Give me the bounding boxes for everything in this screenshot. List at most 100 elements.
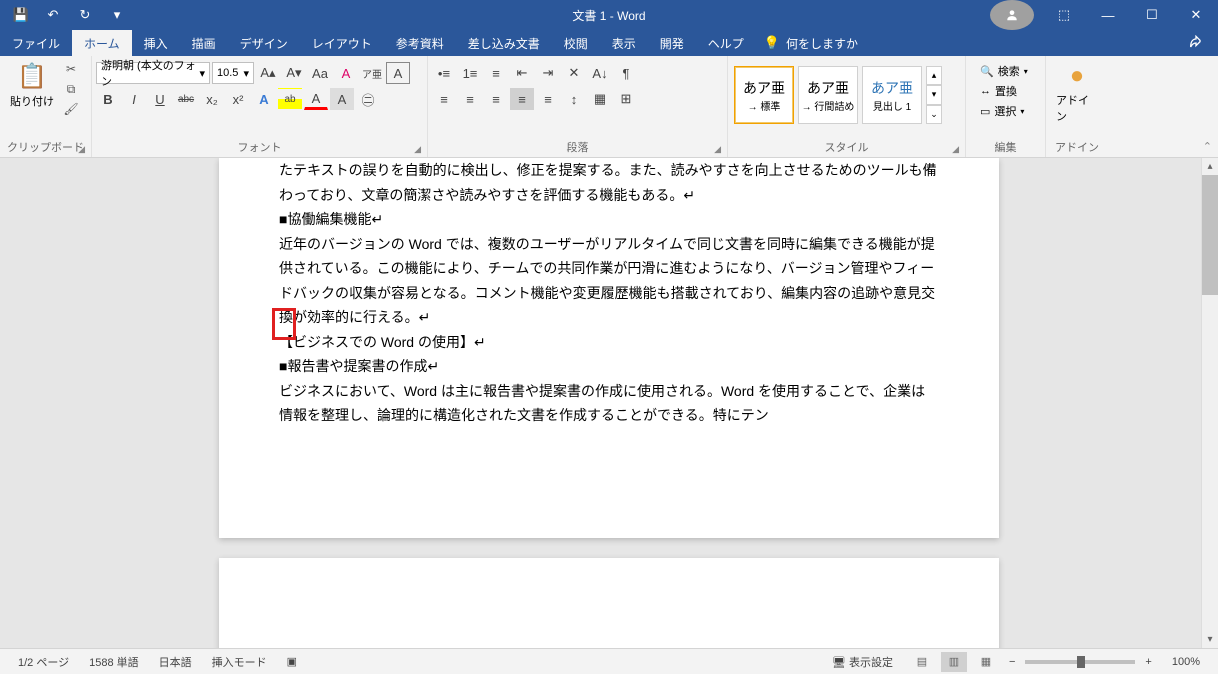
document-body[interactable]: たテキストの誤りを自動的に検出し、修正を提案する。また、読みやすさを向上させるた… bbox=[279, 158, 939, 428]
enclose-characters-icon[interactable]: A bbox=[386, 62, 410, 84]
doc-line[interactable]: ビジネスにおいて、Word は主に報告書や提案書の作成に使用される。Word を… bbox=[279, 379, 939, 428]
doc-line[interactable]: 近年のバージョンの Word では、複数のユーザーがリアルタイムで同じ文書を同時… bbox=[279, 232, 939, 330]
tab-design[interactable]: デザイン bbox=[228, 30, 300, 56]
style-down-icon[interactable]: ▾ bbox=[926, 85, 942, 104]
sort-icon[interactable]: A↓ bbox=[588, 62, 612, 84]
qat-customize-icon[interactable]: ▾ bbox=[104, 7, 130, 23]
font-color-icon[interactable]: A bbox=[304, 88, 328, 110]
insert-mode[interactable]: 挿入モード bbox=[202, 654, 277, 670]
font-launcher-icon[interactable]: ◢ bbox=[414, 144, 421, 155]
zoom-handle[interactable] bbox=[1077, 656, 1085, 668]
show-marks-icon[interactable]: ¶ bbox=[614, 62, 638, 84]
tab-view[interactable]: 表示 bbox=[600, 30, 648, 56]
borders-icon[interactable]: ⊞ bbox=[614, 88, 638, 110]
display-settings[interactable]: 🖥 表示設定 bbox=[822, 654, 903, 670]
tab-insert[interactable]: 挿入 bbox=[132, 30, 180, 56]
ribbon-display-options-icon[interactable]: ⬚ bbox=[1042, 0, 1086, 30]
multilevel-list-icon[interactable]: ≡ bbox=[484, 62, 508, 84]
share-button[interactable] bbox=[1174, 30, 1218, 56]
clipboard-launcher-icon[interactable]: ◢ bbox=[78, 144, 85, 155]
style-normal[interactable]: あア亜 → 標準 bbox=[734, 66, 794, 124]
paragraph-launcher-icon[interactable]: ◢ bbox=[714, 144, 721, 155]
vertical-scrollbar[interactable]: ▴ ▾ bbox=[1201, 158, 1218, 648]
style-more-icon[interactable]: ⌄ bbox=[926, 105, 942, 124]
font-name-combo[interactable]: 游明朝 (本文のフォン▾ bbox=[96, 62, 210, 84]
character-border-icon[interactable]: ㊁ bbox=[356, 88, 380, 110]
doc-line[interactable]: たテキストの誤りを自動的に検出し、修正を提案する。また、読みやすさを向上させるた… bbox=[279, 158, 939, 207]
zoom-in-icon[interactable]: + bbox=[1141, 656, 1155, 668]
shading-icon[interactable]: ▦ bbox=[588, 88, 612, 110]
zoom-level[interactable]: 100% bbox=[1162, 656, 1210, 668]
page-1[interactable]: たテキストの誤りを自動的に検出し、修正を提案する。また、読みやすさを向上させるた… bbox=[219, 158, 999, 538]
scroll-down-icon[interactable]: ▾ bbox=[1202, 631, 1218, 648]
minimize-icon[interactable]: — bbox=[1086, 0, 1130, 30]
align-center-icon[interactable]: ≡ bbox=[458, 88, 482, 110]
tab-home[interactable]: ホーム bbox=[72, 30, 132, 56]
increase-indent-icon[interactable]: ⇥ bbox=[536, 62, 560, 84]
cut-icon[interactable]: ✂ bbox=[62, 60, 80, 78]
superscript-icon[interactable]: x² bbox=[226, 88, 250, 110]
asian-layout-icon[interactable]: ✕ bbox=[562, 62, 586, 84]
clear-formatting-icon[interactable]: A bbox=[334, 62, 358, 84]
font-size-combo[interactable]: 10.5▾ bbox=[212, 62, 254, 84]
distributed-icon[interactable]: ≡ bbox=[536, 88, 560, 110]
align-justify-icon[interactable]: ≡ bbox=[510, 88, 534, 110]
copy-icon[interactable]: ⧉ bbox=[62, 80, 80, 98]
zoom-slider[interactable] bbox=[1025, 660, 1135, 664]
scroll-up-icon[interactable]: ▴ bbox=[1202, 158, 1218, 175]
align-right-icon[interactable]: ≡ bbox=[484, 88, 508, 110]
strikethrough-icon[interactable]: abc bbox=[174, 88, 198, 110]
close-icon[interactable]: ✕ bbox=[1174, 0, 1218, 30]
line-spacing-icon[interactable]: ↕ bbox=[562, 88, 586, 110]
doc-line[interactable]: ■報告書や提案書の作成↵ bbox=[279, 354, 939, 379]
tab-file[interactable]: ファイル bbox=[0, 30, 72, 56]
maximize-icon[interactable]: ☐ bbox=[1130, 0, 1174, 30]
page-2[interactable] bbox=[219, 558, 999, 648]
underline-icon[interactable]: U bbox=[148, 88, 172, 110]
redo-icon[interactable]: ↻ bbox=[72, 7, 98, 23]
account-icon[interactable] bbox=[990, 0, 1034, 30]
scroll-thumb[interactable] bbox=[1202, 175, 1218, 295]
character-shading-icon[interactable]: A bbox=[330, 88, 354, 110]
save-icon[interactable]: 💾 bbox=[8, 7, 34, 23]
bold-icon[interactable]: B bbox=[96, 88, 120, 110]
highlight-icon[interactable]: ab bbox=[278, 88, 302, 110]
shrink-font-icon[interactable]: A▾ bbox=[282, 62, 306, 84]
macro-recording-icon[interactable]: ▣ bbox=[277, 655, 307, 668]
text-effects-icon[interactable]: A bbox=[252, 88, 276, 110]
align-left-icon[interactable]: ≡ bbox=[432, 88, 456, 110]
style-up-icon[interactable]: ▴ bbox=[926, 66, 942, 85]
tab-mailings[interactable]: 差し込み文書 bbox=[456, 30, 552, 56]
tab-developer[interactable]: 開発 bbox=[648, 30, 696, 56]
styles-launcher-icon[interactable]: ◢ bbox=[952, 144, 959, 155]
find-button[interactable]: 🔍検索▾ bbox=[978, 62, 1030, 80]
select-button[interactable]: ▭選択▾ bbox=[978, 102, 1030, 120]
undo-icon[interactable]: ↶ bbox=[40, 7, 66, 23]
addins-button[interactable]: ● アドイン bbox=[1050, 58, 1104, 128]
language[interactable]: 日本語 bbox=[149, 654, 202, 670]
word-count[interactable]: 1588 単語 bbox=[79, 654, 149, 670]
zoom-out-icon[interactable]: − bbox=[1005, 656, 1019, 668]
phonetic-guide-icon[interactable]: ア亜 bbox=[360, 62, 384, 84]
format-painter-icon[interactable]: 🖌 bbox=[62, 100, 80, 118]
tab-references[interactable]: 参考資料 bbox=[384, 30, 456, 56]
italic-icon[interactable]: I bbox=[122, 88, 146, 110]
tab-layout[interactable]: レイアウト bbox=[300, 30, 384, 56]
tab-help[interactable]: ヘルプ bbox=[696, 30, 756, 56]
style-heading1[interactable]: あア亜 見出し 1 bbox=[862, 66, 922, 124]
change-case-icon[interactable]: Aa bbox=[308, 62, 332, 84]
bullets-icon[interactable]: •≡ bbox=[432, 62, 456, 84]
print-layout-icon[interactable]: ▥ bbox=[941, 652, 967, 672]
page-count[interactable]: 1/2 ページ bbox=[8, 654, 79, 670]
grow-font-icon[interactable]: A▴ bbox=[256, 62, 280, 84]
tab-draw[interactable]: 描画 bbox=[180, 30, 228, 56]
tab-review[interactable]: 校閲 bbox=[552, 30, 600, 56]
decrease-indent-icon[interactable]: ⇤ bbox=[510, 62, 534, 84]
numbering-icon[interactable]: 1≡ bbox=[458, 62, 482, 84]
paste-button[interactable]: 📋 貼り付け bbox=[4, 58, 60, 113]
replace-button[interactable]: ↔置換 bbox=[978, 82, 1030, 100]
collapse-ribbon-icon[interactable]: ⌃ bbox=[1203, 140, 1212, 153]
doc-line[interactable]: 【ビジネスでの Word の使用】↵ bbox=[279, 330, 939, 355]
subscript-icon[interactable]: x₂ bbox=[200, 88, 224, 110]
tell-me-search[interactable]: 💡 何をしますか bbox=[764, 30, 858, 56]
